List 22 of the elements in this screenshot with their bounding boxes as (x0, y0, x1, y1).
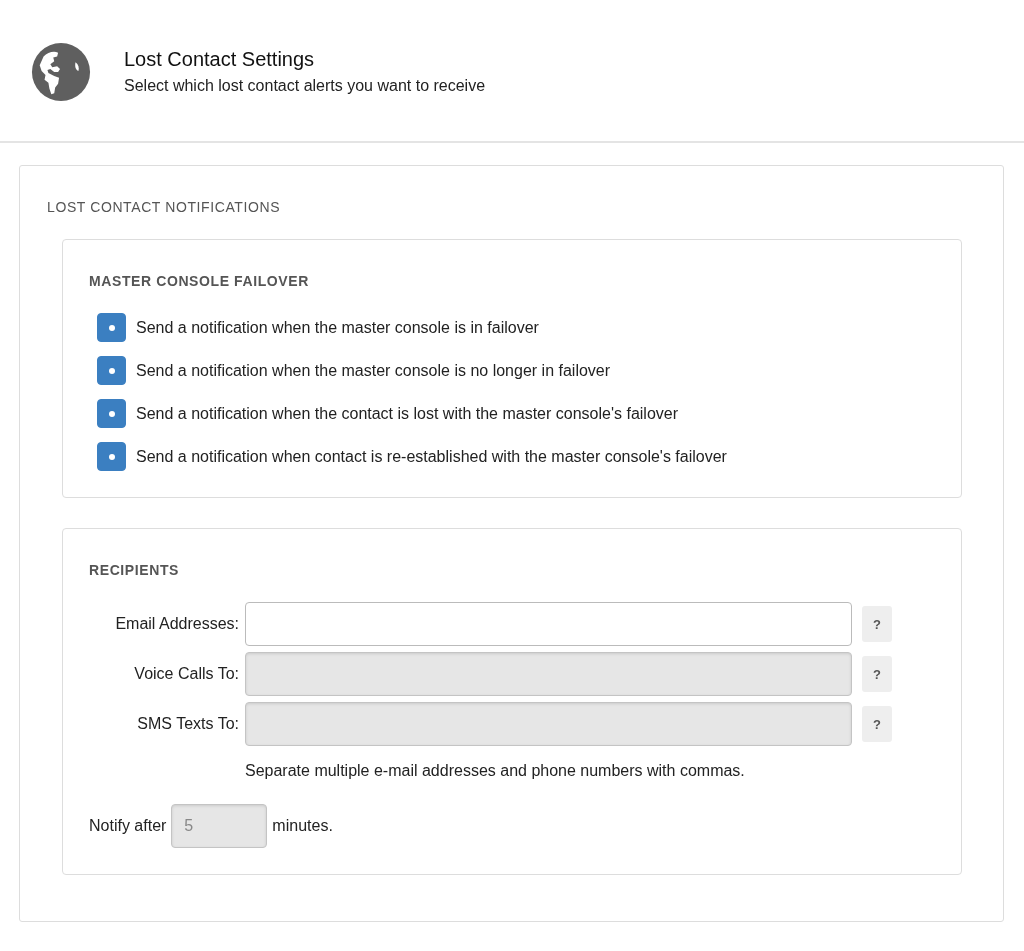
page-subtitle: Select which lost contact alerts you want to receive (124, 77, 486, 95)
checkbox[interactable] (97, 356, 126, 385)
option-label: Send a notification when the contact is lost with the master console's failover (136, 404, 678, 423)
panel-title: MASTER CONSOLE FAILOVER (89, 273, 310, 289)
help-button[interactable]: ? (862, 606, 892, 642)
text-field[interactable] (245, 602, 852, 646)
field-label: Email Addresses: (114, 615, 239, 633)
notify-label: Notify after (89, 817, 167, 835)
panel-title: RECIPIENTS (89, 562, 180, 578)
section-title: LOST CONTACT NOTIFICATIONS (47, 199, 282, 215)
option-label: Send a notification when the master console is no longer in failover (136, 361, 611, 380)
checkbox[interactable] (97, 313, 126, 342)
checkbox[interactable] (97, 399, 126, 428)
field-label: SMS Texts To: (136, 715, 239, 733)
checkbox[interactable] (97, 442, 126, 471)
globe-icon (30, 40, 92, 103)
hint-text: Separate multiple e-mail addresses and phone numbers with commas. (245, 761, 746, 780)
option-label: Send a notification when the master console is in failover (136, 318, 539, 337)
option-label: Send a notification when contact is re-established with the master console's failover (136, 447, 727, 466)
minutes-label: minutes. (272, 817, 333, 835)
page-title: Lost Contact Settings (124, 48, 316, 71)
field-label: Voice Calls To: (133, 665, 239, 683)
